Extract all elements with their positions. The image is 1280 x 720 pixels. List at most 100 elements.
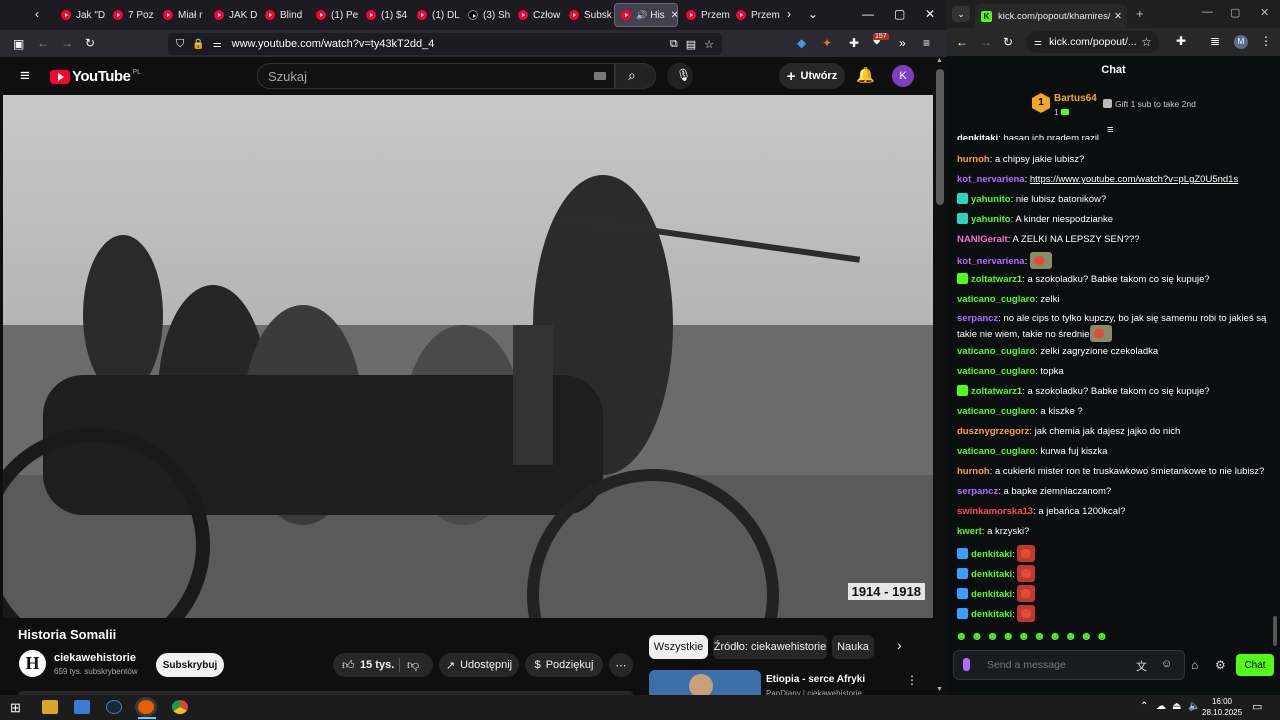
picture-in-picture-icon[interactable]: ⧉ — [670, 38, 678, 51]
reload-icon[interactable]: ↻ — [1003, 36, 1013, 48]
chat-username[interactable]: vaticano_cuglaro — [957, 346, 1035, 357]
chat-username[interactable]: hurnoh — [957, 154, 990, 165]
chat-username[interactable]: hurnoh — [957, 466, 990, 477]
recommended-thumbnail[interactable] — [649, 670, 761, 695]
chat-message-text[interactable]: https://www.youtube.com/watch?v=pLgZ0U5n… — [1030, 174, 1238, 185]
chrome-url-bar[interactable]: ⚌ kick.com/popout/... — [1026, 31, 1159, 53]
tab-scroll-right-icon[interactable]: › — [787, 7, 791, 21]
chip-science[interactable]: Nauka — [832, 635, 874, 659]
list-tabs-chevron-icon[interactable]: ⌄ — [808, 7, 818, 21]
minimize-icon[interactable]: — — [862, 7, 874, 21]
new-tab-icon[interactable]: + — [1136, 6, 1144, 21]
recommended-title[interactable]: Etiopia - serce Afryki — [766, 674, 865, 685]
menu-hamburger-icon[interactable]: ≡ — [923, 37, 930, 49]
extensions-puzzle-icon[interactable]: ✚ — [1176, 35, 1186, 47]
firefox-tab[interactable]: Przem — [730, 3, 782, 27]
channel-avatar[interactable]: H — [19, 650, 46, 677]
chat-emote-icon[interactable] — [1017, 605, 1036, 622]
firefox-tab[interactable]: Subsk — [563, 3, 615, 27]
firefox-tab[interactable]: (1) Pe — [310, 3, 362, 27]
chat-username[interactable]: denkitaki — [971, 549, 1012, 560]
chat-username[interactable]: vaticano_cuglaro — [957, 406, 1035, 417]
clock[interactable]: 16:00 28.10.2025 — [1202, 696, 1242, 718]
subscribe-button[interactable]: Subskrybuj — [156, 653, 224, 677]
steam-icon[interactable] — [106, 700, 122, 714]
firefox-tab[interactable]: Blind — [259, 3, 311, 27]
firefox-tab[interactable]: (3) Sh — [462, 3, 514, 27]
tab-search-chevron-icon[interactable]: ⌄ — [952, 6, 970, 22]
windows-start-icon[interactable]: ⊞ — [10, 700, 21, 716]
like-icon[interactable]: 👍︎ — [342, 658, 355, 673]
like-count[interactable]: 15 tys. — [360, 659, 394, 671]
back-icon[interactable]: ← — [37, 37, 49, 49]
chat-emote-icon[interactable] — [1017, 565, 1036, 582]
chip-source[interactable]: Źródło: ciekawehistorie — [713, 635, 827, 659]
bookmark-star-icon[interactable]: ☆ — [1141, 36, 1152, 48]
extension-shield-icon[interactable]: ◆ — [797, 37, 806, 49]
firefox-tab[interactable]: (1) DL — [411, 3, 463, 27]
voice-search-button[interactable]: 🎙 — [667, 63, 693, 89]
chat-username[interactable]: yahunito — [971, 194, 1011, 205]
chat-username[interactable]: vaticano_cuglaro — [957, 294, 1035, 305]
more-actions-button[interactable]: ⋯ — [609, 653, 633, 677]
onedrive-icon[interactable]: ☁ — [1156, 701, 1166, 712]
chat-username[interactable]: zoltatwarz1 — [971, 274, 1022, 285]
chat-emote-icon[interactable] — [1017, 545, 1036, 562]
page-scrollbar[interactable]: ▲ ▼ — [933, 57, 947, 695]
back-icon[interactable]: ← — [956, 36, 968, 48]
minimize-icon[interactable]: — — [1202, 6, 1213, 18]
bookmark-star-icon[interactable]: ☆ — [704, 38, 714, 51]
lock-icon[interactable]: 🔒 — [192, 39, 204, 50]
firefox-tab[interactable]: Miał r — [157, 3, 209, 27]
tab-scroll-left-icon[interactable]: ‹ — [35, 7, 39, 21]
chat-username[interactable]: denkitaki — [971, 609, 1012, 620]
reader-view-icon[interactable]: ▤ — [686, 38, 696, 51]
channel-name[interactable]: ciekawehistorie — [54, 652, 136, 664]
media-controls-icon[interactable]: ≣ — [1210, 35, 1220, 47]
scroll-down-icon[interactable]: ▼ — [936, 686, 943, 693]
extension-fox-icon[interactable]: ✦ — [822, 37, 832, 49]
chat-username[interactable]: denkitaki — [971, 589, 1012, 600]
translate-icon[interactable]: 文 — [1136, 658, 1147, 674]
site-info-icon[interactable]: ⚌ — [1034, 37, 1042, 48]
file-explorer-icon[interactable] — [42, 700, 58, 714]
chrome-tab-active[interactable]: K kick.com/popout/khamires/cha ✕ — [975, 4, 1127, 28]
sidebar-icon[interactable]: ▣ — [13, 38, 24, 50]
create-button[interactable]: + Utwórz — [779, 63, 845, 89]
usb-icon[interactable]: ⏏ — [1172, 701, 1181, 712]
chat-scrollbar-thumb[interactable] — [1273, 616, 1277, 646]
chat-username[interactable]: kwert — [957, 526, 982, 537]
firefox-tab[interactable]: Jak "D — [55, 3, 107, 27]
settings-gear-icon[interactable]: ⚙ — [1215, 658, 1226, 672]
firefox-tab[interactable]: (1) $4 — [360, 3, 412, 27]
profile-avatar[interactable]: M — [1234, 35, 1248, 49]
chip-all[interactable]: Wszystkie — [649, 635, 708, 659]
chat-username[interactable]: kot_nervariena — [957, 256, 1025, 267]
search-input[interactable]: Szukaj — [257, 63, 615, 89]
chat-username[interactable]: serpancz — [957, 486, 998, 497]
firefox-tab[interactable]: Przem — [680, 3, 732, 27]
close-tab-icon[interactable]: ✕ — [671, 10, 677, 21]
close-tab-icon[interactable]: ✕ — [1114, 11, 1122, 22]
chat-username[interactable]: zoltatwarz1 — [971, 386, 1022, 397]
computer-app-icon[interactable] — [74, 700, 90, 714]
chat-username[interactable]: dusznygrzegorz — [957, 426, 1029, 437]
chrome-url-text[interactable]: kick.com/popout/... — [1049, 36, 1137, 48]
video-player[interactable]: 1914 - 1918 — [3, 95, 933, 618]
firefox-tab[interactable]: Człow — [512, 3, 564, 27]
send-chat-button[interactable]: Chat — [1236, 654, 1274, 676]
top-gifter-name[interactable]: Bartus64 — [1054, 93, 1097, 104]
emote-quick-bar[interactable]: ☻☻☻☻☻☻☻☻☻☻ — [955, 629, 1111, 643]
forward-icon[interactable]: → — [980, 36, 992, 48]
overflow-chevrons-icon[interactable]: » — [899, 37, 906, 49]
chat-emote-icon[interactable] — [1029, 252, 1052, 269]
chat-emote-icon[interactable] — [1089, 325, 1112, 342]
maximize-icon[interactable]: ▢ — [894, 7, 905, 21]
chat-username[interactable]: denkitaki — [971, 569, 1012, 580]
chat-emote-icon[interactable] — [1017, 585, 1036, 602]
dislike-icon[interactable]: 👎︎ — [407, 658, 419, 673]
share-button[interactable]: ↗ Udostępnij — [439, 653, 519, 677]
scroll-up-icon[interactable]: ▲ — [936, 57, 943, 64]
tray-overflow-icon[interactable]: ⌃ — [1140, 701, 1148, 712]
chat-username[interactable]: yahunito — [971, 214, 1011, 225]
